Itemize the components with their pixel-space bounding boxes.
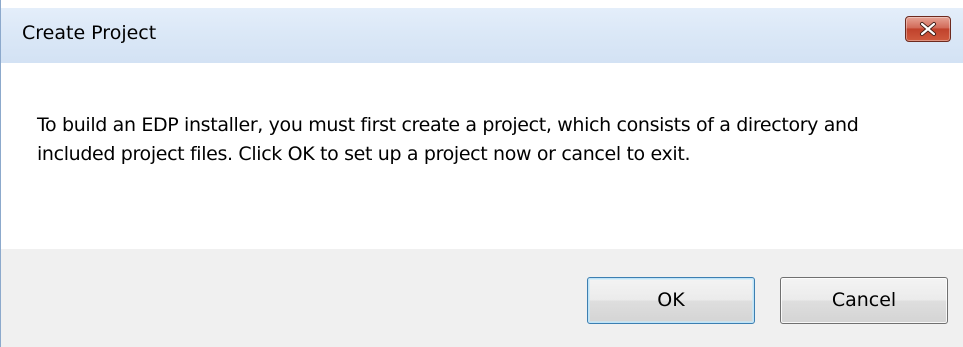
dialog-title: Create Project — [22, 22, 157, 44]
ok-button[interactable]: OK — [587, 277, 755, 324]
close-icon — [920, 22, 936, 36]
title-bar[interactable]: Create Project — [1, 8, 963, 63]
button-bar: OK Cancel — [1, 249, 963, 347]
cancel-button[interactable]: Cancel — [780, 277, 948, 324]
dialog-message: To build an EDP installer, you must firs… — [37, 114, 859, 165]
close-button[interactable] — [905, 16, 951, 42]
message-area: To build an EDP installer, you must firs… — [1, 63, 963, 249]
create-project-dialog: Create Project To build an EDP installer… — [0, 0, 963, 347]
